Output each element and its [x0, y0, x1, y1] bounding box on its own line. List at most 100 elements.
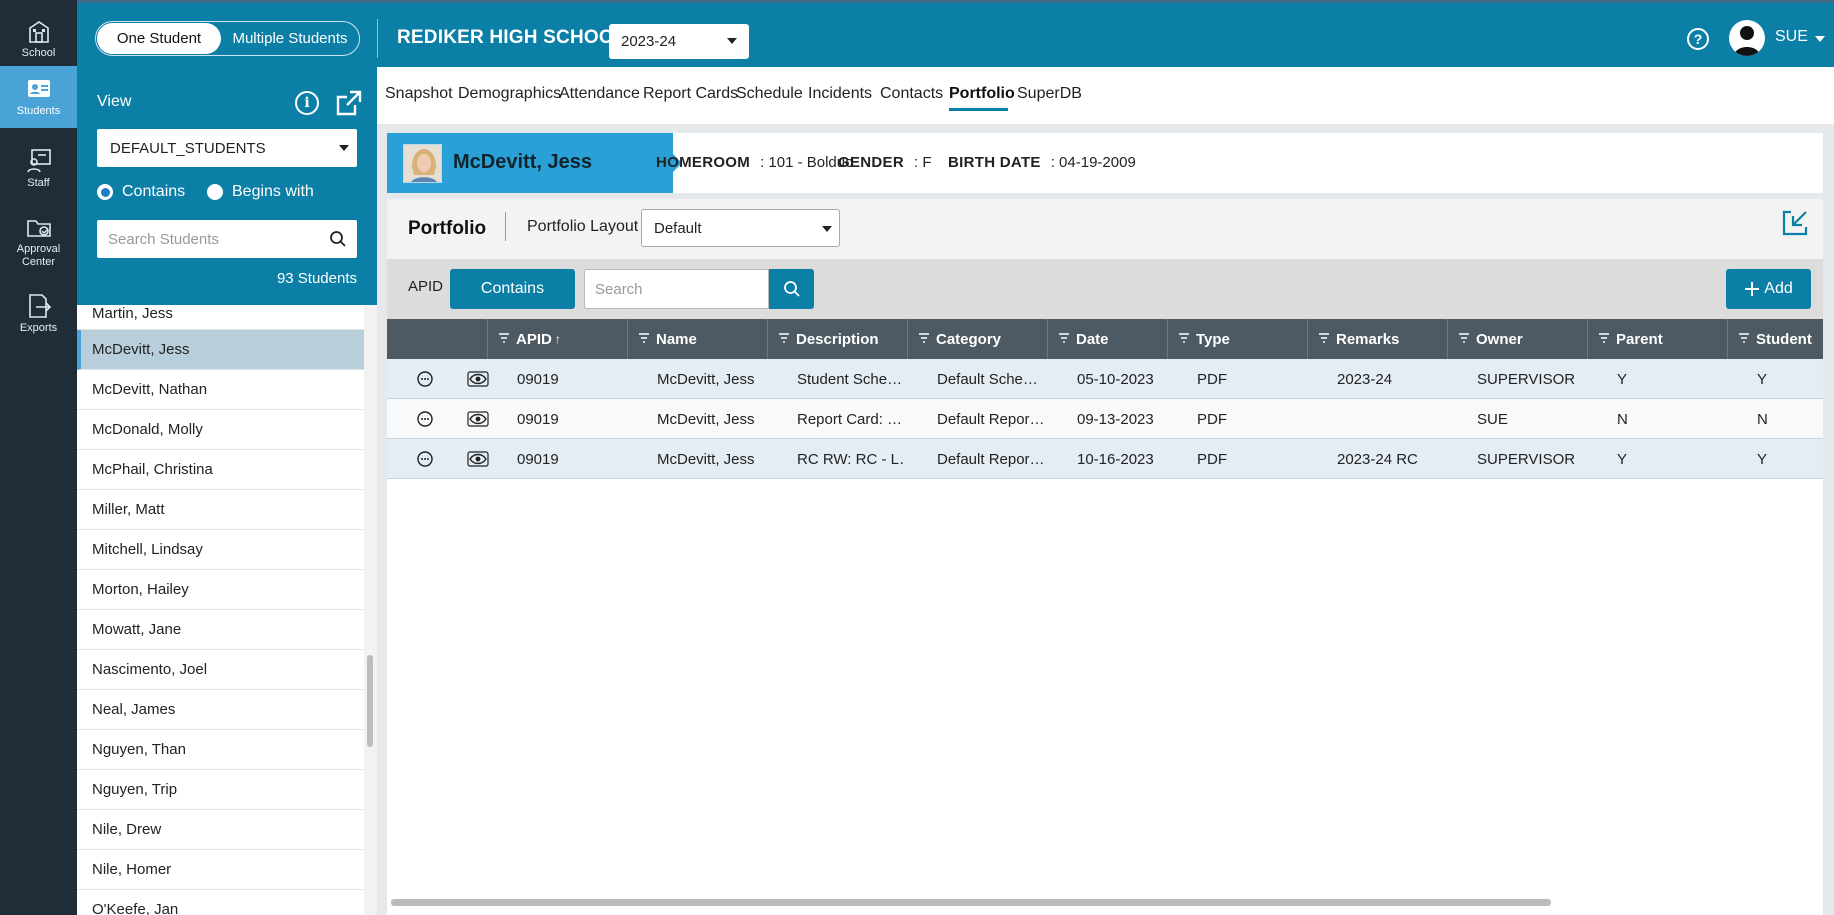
sort-ascending-icon: ↑ [554, 332, 561, 346]
radio-begins-with[interactable]: Begins with [207, 183, 314, 201]
filter-icon[interactable] [1058, 331, 1070, 348]
cell-date: 05-10-2023 [1077, 370, 1154, 388]
preview-eye-icon[interactable] [467, 439, 489, 479]
preview-eye-icon[interactable] [467, 399, 489, 439]
cell-apid: 09019 [517, 410, 559, 428]
cell-category: Default Sche… [937, 370, 1038, 388]
column-header-remarks[interactable]: Remarks [1307, 319, 1447, 359]
student-list-item[interactable]: Nile, Homer [77, 850, 364, 890]
scrollbar-thumb[interactable] [367, 655, 373, 747]
rail-school-label: School [21, 47, 56, 59]
tab-portfolio[interactable]: Portfolio [949, 85, 1015, 103]
school-icon [28, 21, 49, 43]
column-header-description[interactable]: Description [767, 319, 907, 359]
table-header-actions [387, 319, 487, 359]
more-options-icon[interactable] [417, 399, 433, 439]
column-header-name[interactable]: Name [627, 319, 767, 359]
more-options-icon[interactable] [417, 359, 433, 399]
column-header-apid[interactable]: APID ↑ [487, 319, 627, 359]
student-list-item[interactable]: O'Keefe, Jan [77, 890, 364, 915]
column-header-label: Name [656, 330, 697, 348]
student-list-item[interactable]: Nguyen, Trip [77, 770, 364, 810]
column-header-type[interactable]: Type [1167, 319, 1307, 359]
radio-contains[interactable]: Contains [97, 183, 185, 201]
column-header-parent[interactable]: Parent [1587, 319, 1727, 359]
filter-icon[interactable] [638, 331, 650, 348]
column-header-category[interactable]: Category [907, 319, 1047, 359]
filter-mode-button[interactable]: Contains [450, 269, 575, 309]
tab-report-cards[interactable]: Report Cards [643, 85, 738, 103]
student-list-item[interactable]: Miller, Matt [77, 490, 364, 530]
tab-incidents[interactable]: Incidents [808, 85, 872, 103]
filter-icon[interactable] [778, 331, 790, 348]
popout-icon[interactable] [335, 89, 363, 117]
student-list-item[interactable]: Morton, Hailey [77, 570, 364, 610]
student-list-item[interactable]: McDonald, Molly [77, 410, 364, 450]
tab-attendance[interactable]: Attendance [559, 85, 640, 103]
cell-parent: Y [1617, 450, 1628, 468]
filter-icon[interactable] [1178, 331, 1190, 348]
rail-exports[interactable]: Exports [0, 283, 77, 345]
student-list-item[interactable]: Nguyen, Than [77, 730, 364, 770]
help-icon[interactable]: ? [1687, 28, 1709, 50]
toggle-one-student[interactable]: One Student [97, 23, 221, 54]
view-select[interactable]: DEFAULT_STUDENTS [97, 129, 357, 167]
portfolio-layout-label: Portfolio Layout [527, 218, 639, 235]
column-header-date[interactable]: Date [1047, 319, 1167, 359]
radio-begins-label: Begins with [232, 183, 314, 200]
filter-icon[interactable] [498, 331, 510, 348]
column-header-owner[interactable]: Owner [1447, 319, 1587, 359]
column-header-label: APID [516, 330, 552, 348]
student-list-scrollbar[interactable] [364, 305, 377, 915]
student-list-item[interactable]: Mitchell, Lindsay [77, 530, 364, 570]
filter-icon[interactable] [1318, 331, 1330, 348]
filter-icon[interactable] [1458, 331, 1470, 348]
student-list-item[interactable]: Nascimento, Joel [77, 650, 364, 690]
student-list-item[interactable]: McPhail, Christina [77, 450, 364, 490]
homeroom-label: HOMEROOM [656, 154, 751, 171]
student-list-item[interactable]: Neal, James [77, 690, 364, 730]
search-button[interactable] [769, 269, 814, 309]
collapse-icon[interactable] [1781, 209, 1809, 237]
rail-staff[interactable]: Staff [0, 138, 77, 200]
cell-type: PDF [1197, 370, 1227, 388]
table-row[interactable]: 09019 McDevitt, Jess Student Sche… Default … [387, 359, 1823, 399]
tab-demographics[interactable]: Demographics [458, 85, 561, 103]
tab-contacts[interactable]: Contacts [880, 85, 943, 103]
cell-description: Student Sche… [797, 370, 903, 388]
student-list-item[interactable]: Mowatt, Jane [77, 610, 364, 650]
portfolio-layout-select[interactable]: Default [641, 209, 840, 247]
filter-icon[interactable] [1598, 331, 1610, 348]
student-list-item[interactable]: McDevitt, Jess [77, 330, 364, 370]
more-options-icon[interactable] [417, 439, 433, 479]
school-year-select[interactable]: 2023-24 [609, 24, 749, 59]
student-search-input[interactable]: Search Students [97, 220, 357, 258]
preview-eye-icon[interactable] [467, 359, 489, 399]
column-header-student[interactable]: Student [1727, 319, 1823, 359]
table-row[interactable]: 09019 McDevitt, Jess Report Card: … Default… [387, 399, 1823, 439]
portfolio-search-input[interactable]: Search [584, 269, 769, 309]
column-header-label: Parent [1616, 330, 1663, 348]
add-button[interactable]: Add [1726, 269, 1811, 309]
tab-schedule[interactable]: Schedule [736, 85, 803, 103]
student-list-item[interactable]: McDevitt, Nathan [77, 370, 364, 410]
student-list-item[interactable]: Martin, Jess [77, 305, 364, 330]
rail-school[interactable]: School [0, 8, 77, 70]
student-list-item[interactable]: Nile, Drew [77, 810, 364, 850]
table-row[interactable]: 09019 McDevitt, Jess RC RW: RC - L… Default… [387, 439, 1823, 479]
filter-icon[interactable] [918, 331, 930, 348]
toggle-multiple-students[interactable]: Multiple Students [221, 23, 359, 54]
table-horizontal-scrollbar[interactable] [391, 899, 1551, 906]
rail-students[interactable]: Students [0, 66, 77, 128]
cell-apid: 09019 [517, 450, 559, 468]
rail-approval-center[interactable]: Approval Center [0, 205, 77, 277]
view-select-value: DEFAULT_STUDENTS [110, 139, 266, 157]
avatar[interactable] [1729, 20, 1765, 56]
column-header-label: Type [1196, 330, 1230, 348]
search-icon[interactable] [329, 230, 347, 248]
tab-snapshot[interactable]: Snapshot [385, 85, 453, 103]
tab-superdb[interactable]: SuperDB [1017, 85, 1082, 103]
info-icon[interactable]: i [295, 91, 319, 115]
filter-icon[interactable] [1738, 331, 1750, 348]
user-menu[interactable]: SUE [1775, 28, 1825, 46]
